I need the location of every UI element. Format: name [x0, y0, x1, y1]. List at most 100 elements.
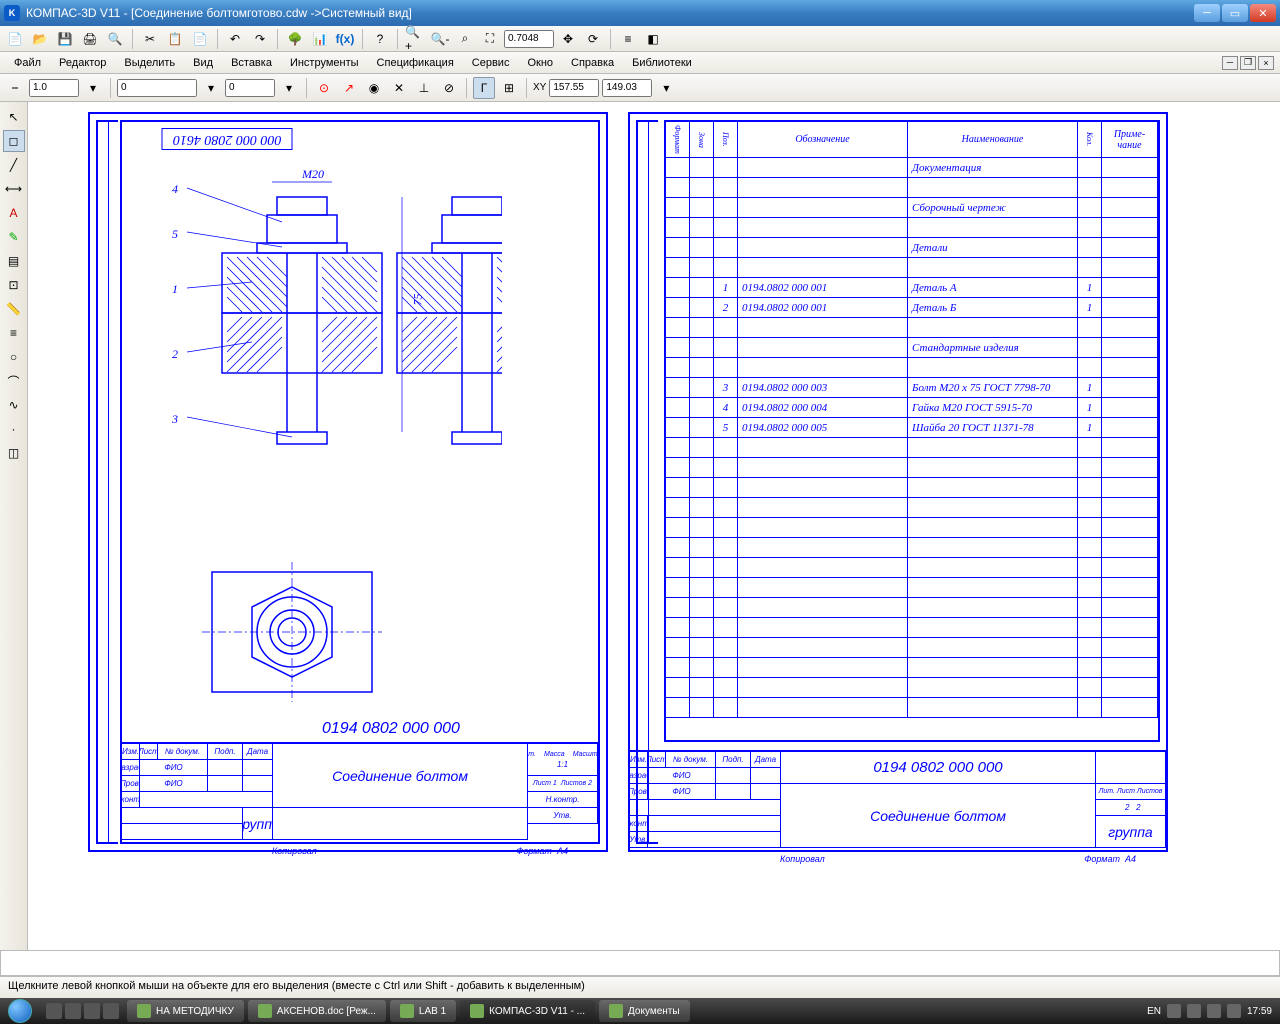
stepper[interactable]: ▾ — [655, 77, 677, 99]
tree-button[interactable]: 🌳 — [284, 28, 306, 50]
edit-tool[interactable]: ✎ — [3, 226, 25, 248]
volume-icon[interactable] — [1227, 1004, 1241, 1018]
tray-icon[interactable] — [1167, 1004, 1181, 1018]
select-tool[interactable]: ↖ — [3, 106, 25, 128]
title-block-1: 0194 0802 000 000 Изм.Лист№ докум.Подп.Д… — [122, 742, 598, 842]
new-button[interactable]: 📄 — [4, 28, 26, 50]
coord-y-input[interactable] — [602, 79, 652, 97]
snap-center-button[interactable]: ◉ — [363, 77, 385, 99]
value-input-2[interactable] — [225, 79, 275, 97]
stepper[interactable]: ▾ — [278, 77, 300, 99]
snap-intersect-button[interactable]: ✕ — [388, 77, 410, 99]
snap-mid-button[interactable]: ↗ — [338, 77, 360, 99]
layers-button[interactable]: ≡ — [617, 28, 639, 50]
status-text: Щелкните левой кнопкой мыши на объекте д… — [8, 980, 585, 992]
ortho-button[interactable]: Γ — [473, 77, 495, 99]
zoom-out-button[interactable]: 🔍- — [429, 28, 451, 50]
help-button[interactable]: ? — [369, 28, 391, 50]
variables-button[interactable]: f(x) — [334, 28, 356, 50]
separator — [526, 78, 527, 98]
spline-tool[interactable]: ∿ — [3, 394, 25, 416]
save-button[interactable]: 💾 — [54, 28, 76, 50]
minimize-button[interactable]: ─ — [1194, 4, 1220, 22]
taskbar-item[interactable]: НА МЕТОДИЧКУ — [127, 1000, 244, 1022]
close-button[interactable]: ✕ — [1250, 4, 1276, 22]
lang-indicator[interactable]: EN — [1147, 1006, 1161, 1017]
maximize-button[interactable]: ▭ — [1222, 4, 1248, 22]
zoom-fit-button[interactable]: ⛶ — [479, 28, 501, 50]
undo-button[interactable]: ↶ — [224, 28, 246, 50]
spec-tool[interactable]: ≡ — [3, 322, 25, 344]
ql-icon[interactable] — [84, 1003, 100, 1019]
mdi-close-button[interactable]: × — [1258, 56, 1274, 70]
properties-button[interactable]: 📊 — [309, 28, 331, 50]
menu-view[interactable]: Вид — [185, 55, 221, 71]
param-tool[interactable]: ⊡ — [3, 274, 25, 296]
command-panel[interactable] — [0, 950, 1280, 976]
callout-3: 3 — [172, 412, 178, 427]
redo-button[interactable]: ↷ — [249, 28, 271, 50]
zoom-in-button[interactable]: 🔍+ — [404, 28, 426, 50]
stepper[interactable]: ▾ — [82, 77, 104, 99]
mdi-minimize-button[interactable]: － — [1222, 56, 1238, 70]
menu-libraries[interactable]: Библиотеки — [624, 55, 700, 71]
ql-icon[interactable] — [103, 1003, 119, 1019]
cut-button[interactable]: ✂ — [139, 28, 161, 50]
taskbar-item[interactable]: LAB 1 — [390, 1000, 456, 1022]
menu-window[interactable]: Окно — [519, 55, 561, 71]
mdi-restore-button[interactable]: ❐ — [1240, 56, 1256, 70]
arc-tool[interactable]: ⌒ — [3, 370, 25, 392]
start-button[interactable] — [0, 998, 40, 1024]
dimension-tool[interactable]: ⟷ — [3, 178, 25, 200]
menu-help[interactable]: Справка — [563, 55, 622, 71]
snap-end-button[interactable]: ⊙ — [313, 77, 335, 99]
tray-icon[interactable] — [1207, 1004, 1221, 1018]
drawing-canvas[interactable]: 000 000 2080 4610 М20 75 4 5 1 2 3 — [28, 102, 1280, 950]
workspace: ↖ ◻ ╱ ⟷ A ✎ ▤ ⊡ 📏 ≡ ○ ⌒ ∿ · ◫ 000 000 20… — [0, 102, 1280, 950]
print-button[interactable]: 🖨 — [79, 28, 101, 50]
style-button[interactable]: ⎯ — [4, 77, 26, 99]
menu-edit[interactable]: Редактор — [51, 55, 114, 71]
snap-perp-button[interactable]: ⊥ — [413, 77, 435, 99]
measure-tool[interactable]: 📏 — [3, 298, 25, 320]
circle-tool[interactable]: ○ — [3, 346, 25, 368]
hatch-tool[interactable]: ▤ — [3, 250, 25, 272]
pan-button[interactable]: ✥ — [557, 28, 579, 50]
value-input-1[interactable] — [117, 79, 197, 97]
menu-select[interactable]: Выделить — [116, 55, 183, 71]
taskbar-item[interactable]: Документы — [599, 1000, 690, 1022]
properties-toolbar: ⎯ ▾ ▾ ▾ ⊙ ↗ ◉ ✕ ⊥ ⊘ Γ ⊞ XY ▾ — [0, 74, 1280, 102]
separator — [306, 78, 307, 98]
menu-file[interactable]: Файл — [6, 55, 49, 71]
open-button[interactable]: 📂 — [29, 28, 51, 50]
ql-icon[interactable] — [65, 1003, 81, 1019]
clock[interactable]: 17:59 — [1247, 1006, 1272, 1017]
zoom-window-button[interactable]: ⌕ — [454, 28, 476, 50]
taskbar-item[interactable]: АКСЕНОВ.doc [Реж... — [248, 1000, 386, 1022]
spec-row — [666, 518, 1158, 538]
snap-tangent-button[interactable]: ⊘ — [438, 77, 460, 99]
refresh-button[interactable]: ⟳ — [582, 28, 604, 50]
coord-x-input[interactable] — [549, 79, 599, 97]
copy-button[interactable]: 📋 — [164, 28, 186, 50]
taskbar-item[interactable]: КОМПАС-3D V11 - ... — [460, 1000, 595, 1022]
callout-4: 4 — [172, 182, 178, 197]
views-button[interactable]: ◧ — [642, 28, 664, 50]
text-tool[interactable]: A — [3, 202, 25, 224]
paste-button[interactable]: 📄 — [189, 28, 211, 50]
view-tool[interactable]: ◫ — [3, 442, 25, 464]
point-tool[interactable]: · — [3, 418, 25, 440]
grid-button[interactable]: ⊞ — [498, 77, 520, 99]
menu-tools[interactable]: Инструменты — [282, 55, 367, 71]
menu-spec[interactable]: Спецификация — [369, 55, 462, 71]
ql-icon[interactable] — [46, 1003, 62, 1019]
tray-icon[interactable] — [1187, 1004, 1201, 1018]
zoom-input[interactable] — [504, 30, 554, 48]
geometry-tool[interactable]: ◻ — [3, 130, 25, 152]
menu-service[interactable]: Сервис — [464, 55, 518, 71]
preview-button[interactable]: 🔍 — [104, 28, 126, 50]
menu-insert[interactable]: Вставка — [223, 55, 280, 71]
lineweight-input[interactable] — [29, 79, 79, 97]
stepper[interactable]: ▾ — [200, 77, 222, 99]
line-tool[interactable]: ╱ — [3, 154, 25, 176]
